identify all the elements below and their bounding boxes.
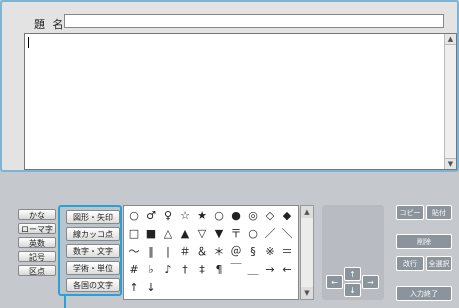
symbol-key[interactable]: ＊ bbox=[211, 244, 227, 260]
symbol-key[interactable]: ◎ bbox=[245, 208, 261, 224]
symbol-key[interactable]: ＆ bbox=[194, 244, 210, 260]
delete-button[interactable]: 削除 bbox=[396, 234, 452, 249]
symbol-key bbox=[245, 280, 261, 296]
finish-input-button[interactable]: 入力終了 bbox=[396, 286, 452, 301]
cursor-arrow-pad: ↑ ← → ↓ bbox=[322, 205, 384, 300]
symbol-key[interactable]: ● bbox=[228, 208, 244, 224]
symbol-key[interactable]: ↓ bbox=[143, 280, 159, 296]
action-buttons: コピー 貼付 削除 改行 全選択 入力終了 bbox=[392, 200, 456, 305]
symbol-key bbox=[177, 280, 193, 296]
symbol-key[interactable]: ＃ bbox=[177, 244, 193, 260]
paste-button[interactable]: 貼付 bbox=[426, 205, 452, 220]
selection-pointer bbox=[64, 294, 66, 308]
arrow-right-button[interactable]: → bbox=[362, 275, 379, 289]
grid-scroll-up-icon[interactable]: ▲ bbox=[301, 206, 313, 218]
symbol-key bbox=[262, 280, 278, 296]
symbol-key[interactable]: ♭ bbox=[143, 262, 159, 278]
symbol-key[interactable]: ■ bbox=[143, 226, 159, 242]
symbol-key[interactable]: ♂ bbox=[143, 208, 159, 224]
category-shapes-arrows[interactable]: 図形・矢印 bbox=[66, 210, 120, 224]
symbol-key[interactable]: # bbox=[126, 262, 142, 278]
editor-panel: 題 名 ▲ ▼ bbox=[0, 0, 459, 172]
symbol-category-panel: 図形・矢印 線カッコ点 数字・文字 学術・単位 各国の文字 bbox=[58, 205, 122, 296]
text-caret bbox=[28, 37, 29, 48]
scroll-up-icon[interactable]: ▲ bbox=[445, 34, 456, 45]
symbol-key[interactable]: □ bbox=[126, 226, 142, 242]
category-foreign-chars[interactable]: 各国の文字 bbox=[66, 278, 120, 292]
symbol-key[interactable]: ♪ bbox=[160, 262, 176, 278]
symbol-key[interactable]: ◆ bbox=[279, 208, 295, 224]
arrow-up-button[interactable]: ↑ bbox=[344, 267, 361, 281]
category-numbers-letters[interactable]: 数字・文字 bbox=[66, 244, 120, 258]
symbol-key[interactable]: ￣ bbox=[228, 262, 244, 278]
symbol-key[interactable]: ← bbox=[279, 262, 295, 278]
scroll-down-icon[interactable]: ▼ bbox=[445, 158, 456, 169]
grid-scroll-down-icon[interactable]: ▼ bbox=[301, 287, 313, 299]
symbol-key[interactable]: 〒 bbox=[228, 226, 244, 242]
symbol-grid: ○ ♂ ♀ ☆ ★ ○ ● ◎ ◇ ◆ □ ■ △ ▲ ▽ ▼ 〒 ○ ／ ＼ ～ ‖ | ＃＆＊＠ § ※ ＝ # ♭ ♪ † ‡ ¶ ￣ ＿ → ←… bbox=[123, 205, 299, 300]
symbol-grid-scrollbar[interactable]: ▲ ▼ bbox=[300, 205, 314, 300]
body-textarea[interactable]: ▲ ▼ bbox=[24, 33, 457, 170]
symbol-key bbox=[160, 280, 176, 296]
title-label: 題 名 bbox=[34, 18, 66, 31]
symbol-key bbox=[211, 280, 227, 296]
category-science-units[interactable]: 学術・単位 bbox=[66, 261, 120, 275]
title-input[interactable] bbox=[64, 14, 444, 28]
copy-button[interactable]: コピー bbox=[396, 205, 424, 220]
select-all-button[interactable]: 全選択 bbox=[426, 256, 452, 271]
symbol-key[interactable]: † bbox=[177, 262, 193, 278]
symbol-key[interactable]: ‖ bbox=[143, 244, 159, 260]
newline-button[interactable]: 改行 bbox=[396, 256, 424, 271]
mode-kuten-button[interactable]: 区点 bbox=[18, 265, 56, 276]
symbol-key[interactable]: | bbox=[160, 244, 176, 260]
body-scrollbar[interactable]: ▲ ▼ bbox=[444, 34, 456, 169]
symbol-key[interactable]: ♀ bbox=[160, 208, 176, 224]
symbol-key[interactable]: § bbox=[245, 244, 261, 260]
symbol-key[interactable]: ＼ bbox=[279, 226, 295, 242]
symbol-key[interactable]: → bbox=[262, 262, 278, 278]
mode-symbol-button[interactable]: 記号 bbox=[18, 251, 56, 262]
symbol-key[interactable]: ‡ bbox=[194, 262, 210, 278]
symbol-key bbox=[194, 280, 210, 296]
symbol-key[interactable]: ↑ bbox=[126, 280, 142, 296]
symbol-key[interactable]: △ bbox=[160, 226, 176, 242]
arrow-down-button[interactable]: ↓ bbox=[344, 283, 361, 297]
symbol-key[interactable]: ＿ bbox=[245, 262, 261, 278]
symbol-key[interactable]: ▼ bbox=[211, 226, 227, 242]
symbol-key[interactable]: ～ bbox=[126, 244, 142, 260]
symbol-key[interactable]: ¶ bbox=[211, 262, 227, 278]
symbol-key[interactable]: ○ bbox=[245, 226, 261, 242]
symbol-key[interactable]: ◇ bbox=[262, 208, 278, 224]
symbol-key[interactable]: ▲ bbox=[177, 226, 193, 242]
symbol-key bbox=[279, 280, 295, 296]
symbol-key[interactable]: ＝ bbox=[279, 244, 295, 260]
mode-romaji-button[interactable]: ローマ字 bbox=[18, 223, 56, 234]
symbol-key[interactable]: ☆ bbox=[177, 208, 193, 224]
symbol-key[interactable]: ★ bbox=[194, 208, 210, 224]
mode-alnum-button[interactable]: 英数 bbox=[18, 237, 56, 248]
symbol-key[interactable]: ○ bbox=[126, 208, 142, 224]
arrow-left-button[interactable]: ← bbox=[326, 275, 343, 289]
symbol-key[interactable]: ○ bbox=[211, 208, 227, 224]
category-lines-brackets[interactable]: 線カッコ点 bbox=[66, 227, 120, 241]
symbol-key[interactable]: ▽ bbox=[194, 226, 210, 242]
symbol-key[interactable]: ／ bbox=[262, 226, 278, 242]
mode-kana-button[interactable]: かな bbox=[18, 209, 56, 220]
symbol-key[interactable]: ※ bbox=[262, 244, 278, 260]
symbol-key bbox=[228, 280, 244, 296]
symbol-key[interactable]: ＠ bbox=[228, 244, 244, 260]
